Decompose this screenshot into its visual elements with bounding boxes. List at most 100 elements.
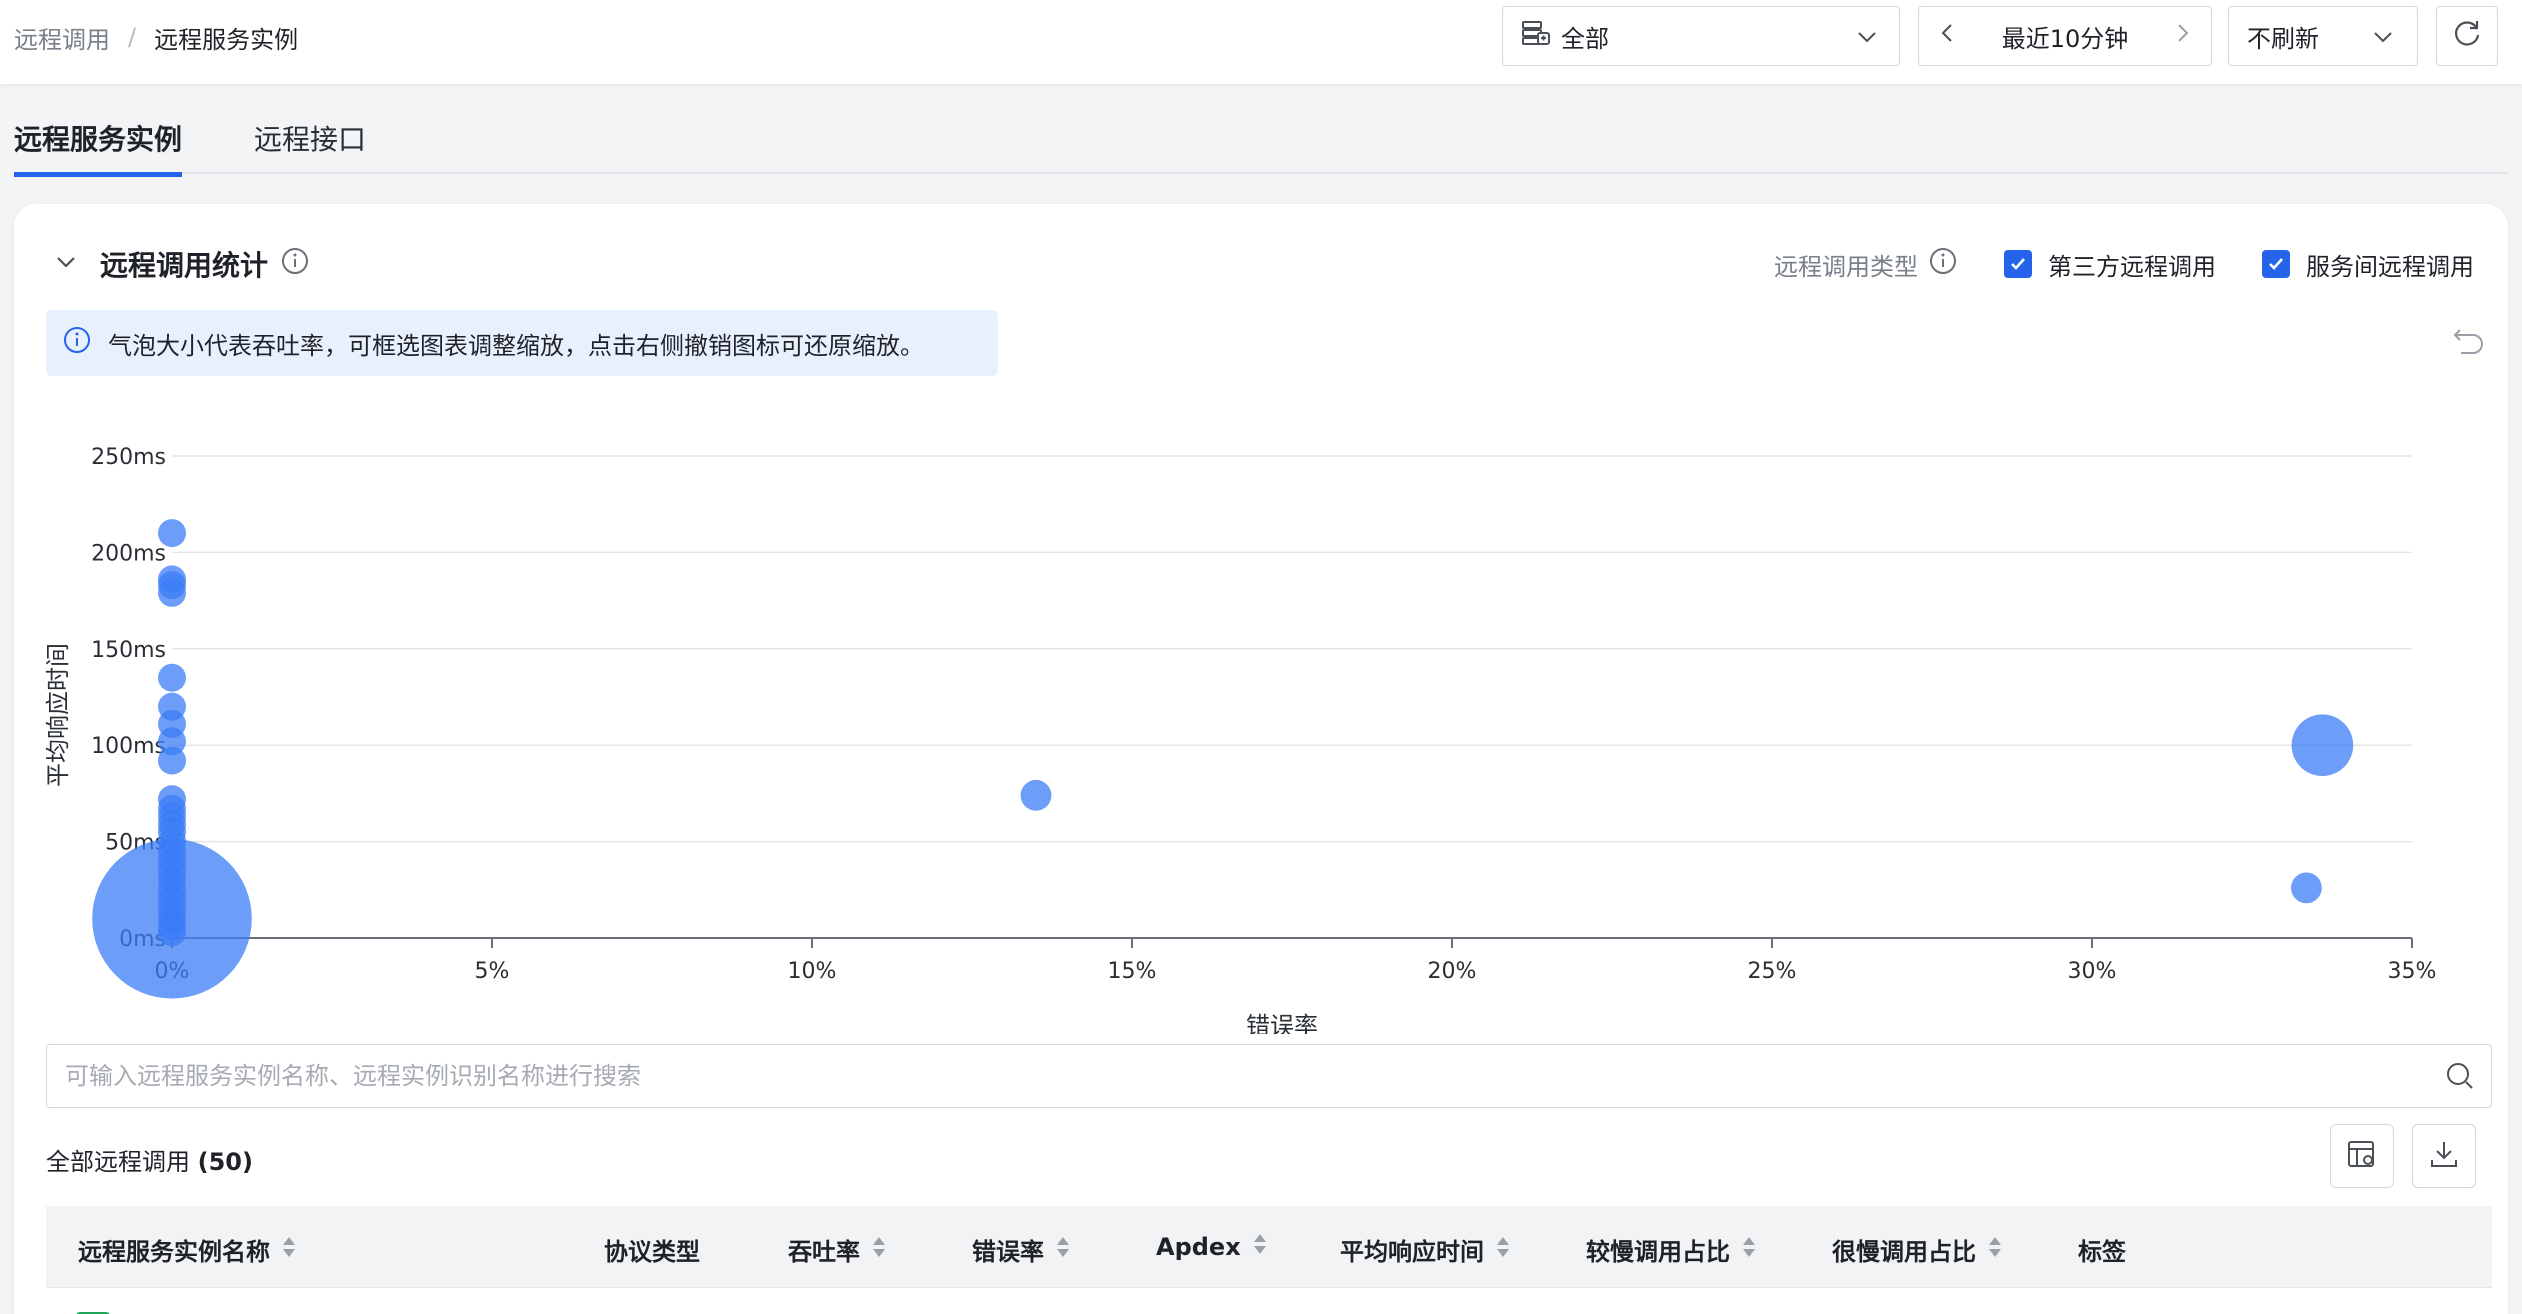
- chevron-right-icon[interactable]: [2173, 21, 2193, 51]
- chart-tip-text: 气泡大小代表吞吐率，可框选图表调整缩放，点击右侧撤销图标可还原缩放。: [108, 331, 924, 360]
- breadcrumb-current: 远程服务实例: [154, 25, 299, 54]
- third-party-call-checkbox[interactable]: 第三方远程调用: [2004, 247, 2216, 282]
- x-tick-label: 5%: [475, 959, 510, 984]
- breadcrumb-parent-link[interactable]: 远程调用: [14, 20, 110, 55]
- refresh-interval-select[interactable]: 不刷新: [2228, 6, 2418, 66]
- call-type-filter-label: 远程调用类型: [1774, 246, 1958, 282]
- call-type-filters: 远程调用类型 第三方远程调用 服务间远程调用: [1774, 246, 2474, 282]
- remote-call-stats-panel: 远程调用统计 远程调用类型 第三方远程调用 服务间远程调用 气泡大小代表吞吐率，…: [14, 204, 2508, 1314]
- column-header-error-rate[interactable]: 错误率: [972, 1232, 1070, 1267]
- y-tick-label: 100ms: [91, 734, 166, 759]
- column-settings-button[interactable]: [2330, 1124, 2394, 1188]
- data-bubble: [158, 918, 186, 947]
- data-bubble: [158, 578, 186, 607]
- chevron-down-icon[interactable]: [54, 248, 78, 281]
- info-icon[interactable]: [1928, 246, 1958, 282]
- sort-icon[interactable]: [1742, 1235, 1756, 1265]
- table-header: 远程服务实例名称 协议类型 吞吐率 错误率 Apdex 平均响应时间 较慢调用占…: [46, 1206, 2492, 1288]
- column-label: 平均响应时间: [1340, 1238, 1484, 1266]
- chevron-down-icon: [1855, 25, 1879, 55]
- list-title: 全部远程调用: [46, 1148, 190, 1176]
- info-icon: [62, 325, 92, 361]
- column-label: Apdex: [1156, 1233, 1241, 1261]
- y-tick-label: 250ms: [91, 445, 166, 470]
- bubble-chart[interactable]: 0ms50ms100ms150ms200ms250ms0%5%10%15%20%…: [14, 394, 2508, 1040]
- sort-icon[interactable]: [282, 1235, 296, 1265]
- data-bubble: [2291, 714, 2354, 776]
- section-title: 远程调用统计: [100, 249, 269, 282]
- bubble-chart-svg[interactable]: 0ms50ms100ms150ms200ms250ms0%5%10%15%20%…: [14, 394, 2508, 1040]
- checkbox-checked-icon: [2004, 250, 2032, 278]
- sort-icon[interactable]: [1496, 1235, 1510, 1265]
- tab-remote-service-instances[interactable]: 远程服务实例: [14, 118, 183, 177]
- scope-select-value: 全部: [1561, 24, 1609, 53]
- column-label: 很慢调用占比: [1832, 1238, 1976, 1266]
- list-count-value: (50): [197, 1148, 253, 1176]
- refresh-icon: [2452, 18, 2482, 54]
- column-header-slow-ratio[interactable]: 较慢调用占比: [1586, 1232, 1756, 1267]
- column-label: 远程服务实例名称: [78, 1238, 270, 1266]
- column-label: 错误率: [972, 1238, 1044, 1266]
- third-party-call-label: 第三方远程调用: [2048, 252, 2216, 281]
- inter-service-call-checkbox[interactable]: 服务间远程调用: [2262, 247, 2474, 282]
- data-bubble: [1020, 779, 1052, 811]
- column-label: 协议类型: [604, 1238, 700, 1266]
- time-range-label: 最近10分钟: [2001, 24, 2129, 53]
- column-header-protocol: 协议类型: [604, 1232, 700, 1267]
- data-bubble: [158, 746, 186, 775]
- call-type-label-text: 远程调用类型: [1774, 252, 1918, 281]
- sort-icon[interactable]: [1056, 1235, 1070, 1265]
- info-icon[interactable]: [280, 246, 310, 283]
- chart-tip-banner: 气泡大小代表吞吐率，可框选图表调整缩放，点击右侧撤销图标可还原缩放。: [46, 310, 998, 376]
- chevron-down-icon: [2371, 25, 2395, 55]
- column-header-very-slow-ratio[interactable]: 很慢调用占比: [1832, 1232, 2002, 1267]
- y-tick-label: 200ms: [91, 541, 166, 566]
- inter-service-call-label: 服务间远程调用: [2306, 252, 2474, 281]
- column-label: 吞吐率: [788, 1238, 860, 1266]
- data-bubble: [158, 663, 186, 692]
- y-tick-label: 150ms: [91, 638, 166, 663]
- x-tick-label: 15%: [1108, 959, 1157, 984]
- tab-remote-interfaces[interactable]: 远程接口: [254, 118, 366, 172]
- time-range-picker[interactable]: 最近10分钟: [1918, 6, 2212, 66]
- breadcrumb-separator: /: [128, 23, 137, 51]
- undo-zoom-icon[interactable]: [2452, 326, 2486, 360]
- sort-icon[interactable]: [872, 1235, 886, 1265]
- x-tick-label: 20%: [1428, 959, 1477, 984]
- column-header-apdex[interactable]: Apdex: [1156, 1232, 1267, 1262]
- column-header-instance-name[interactable]: 远程服务实例名称: [78, 1232, 296, 1267]
- reload-button[interactable]: [2436, 6, 2498, 66]
- column-label: 标签: [2078, 1238, 2126, 1266]
- table-settings-icon: [2346, 1138, 2378, 1174]
- y-axis-title: 平均响应时间: [44, 643, 72, 787]
- scope-select[interactable]: 全部: [1502, 6, 1900, 66]
- column-header-avg-response-time[interactable]: 平均响应时间: [1340, 1232, 1510, 1267]
- checkbox-checked-icon: [2262, 250, 2290, 278]
- search-icon[interactable]: [2445, 1061, 2475, 1095]
- x-tick-label: 10%: [788, 959, 837, 984]
- x-tick-label: 30%: [2068, 959, 2117, 984]
- column-label: 较慢调用占比: [1586, 1238, 1730, 1266]
- column-header-throughput[interactable]: 吞吐率: [788, 1232, 886, 1267]
- table-row[interactable]: [46, 1290, 2492, 1314]
- column-header-tags: 标签: [2078, 1232, 2126, 1267]
- x-tick-label: 25%: [1748, 959, 1797, 984]
- sort-icon[interactable]: [1253, 1232, 1267, 1262]
- refresh-interval-value: 不刷新: [2247, 24, 2319, 53]
- sort-icon[interactable]: [1988, 1235, 2002, 1265]
- breadcrumb: 远程调用 / 远程服务实例: [14, 20, 298, 54]
- export-button[interactable]: [2412, 1124, 2476, 1188]
- database-icon: [1521, 19, 1551, 53]
- download-icon: [2428, 1138, 2460, 1174]
- data-bubble: [2291, 872, 2322, 904]
- x-axis-title: 错误率: [1246, 1012, 1318, 1034]
- data-bubble: [158, 519, 186, 548]
- tab-bar: 远程服务实例 远程接口: [14, 106, 2508, 177]
- instance-search-input[interactable]: [47, 1045, 2491, 1107]
- x-tick-label: 35%: [2388, 959, 2437, 984]
- top-bar: 远程调用 / 远程服务实例 全部 最近10分钟 不刷新: [0, 0, 2522, 84]
- section-header: 远程调用统计: [54, 244, 310, 284]
- instance-search-box[interactable]: [46, 1044, 2492, 1108]
- chevron-left-icon[interactable]: [1937, 21, 1957, 51]
- list-count: 全部远程调用 (50): [46, 1142, 253, 1177]
